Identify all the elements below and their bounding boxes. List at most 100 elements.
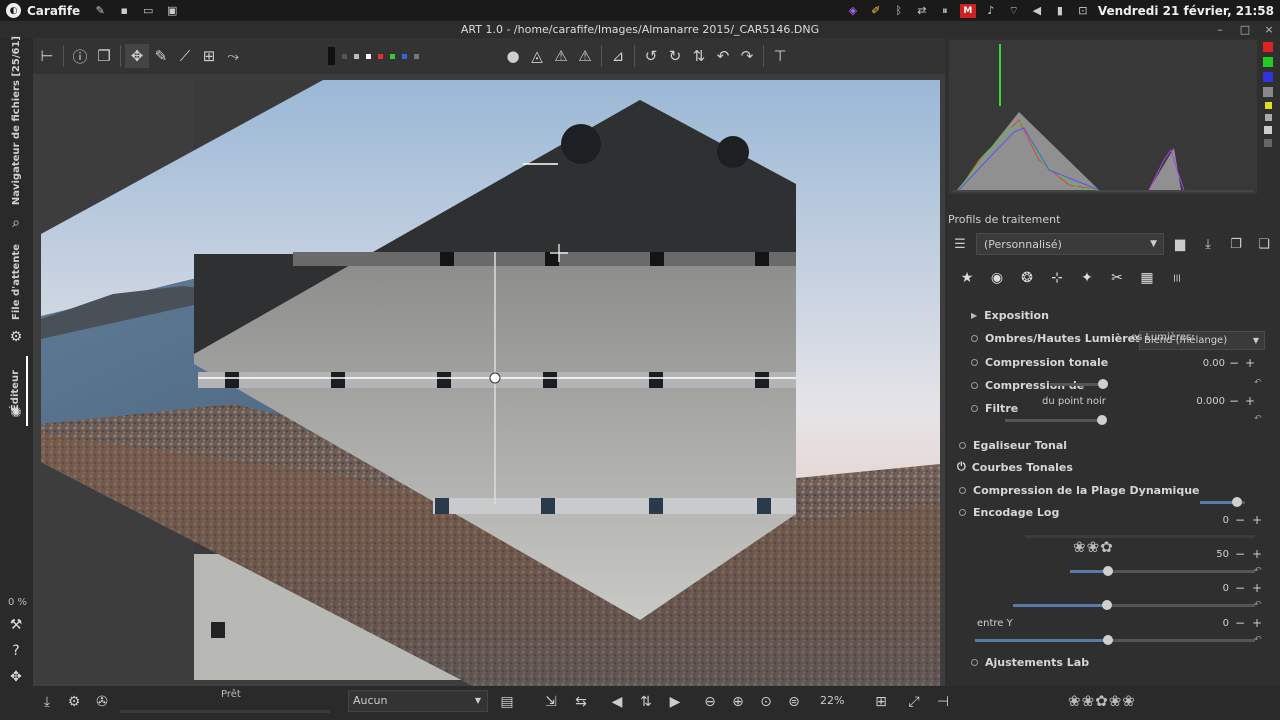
undo-icon[interactable]: ↶: [711, 44, 735, 68]
decrement-button[interactable]: −: [1235, 547, 1245, 561]
reset-icon[interactable]: ↶: [1254, 378, 1262, 388]
zoom-100-icon[interactable]: ⊜: [784, 692, 804, 712]
rotate-right-icon[interactable]: ↻: [663, 44, 687, 68]
decrement-button[interactable]: −: [1235, 616, 1245, 630]
tool-log-encoding[interactable]: Encodage Log: [959, 502, 1059, 522]
swatch-white[interactable]: [365, 53, 371, 59]
histogram-green-toggle[interactable]: [1263, 57, 1273, 67]
tab-queue[interactable]: File d'attente: [4, 242, 28, 322]
save-profile-icon[interactable]: ⤓: [1196, 233, 1220, 255]
slider-track[interactable]: [1050, 379, 1108, 389]
info-icon[interactable]: ⓘ: [68, 44, 92, 68]
help-icon[interactable]: ?: [7, 642, 25, 660]
tool-tone-compression[interactable]: Compression tonale: [971, 352, 1108, 372]
warning-icon[interactable]: ⚠: [573, 44, 597, 68]
bell-icon[interactable]: ♪: [983, 4, 999, 18]
decrement-button[interactable]: −: [1235, 513, 1245, 527]
external-editor-icon[interactable]: ✇: [92, 692, 112, 712]
filmstrip-icon[interactable]: ▤: [497, 692, 517, 712]
tab-effects-icon[interactable]: ✂: [1105, 266, 1129, 290]
window-icon[interactable]: ▭: [140, 4, 156, 18]
histogram-red-toggle[interactable]: [1263, 42, 1273, 52]
straighten-icon[interactable]: ⟋: [173, 44, 197, 68]
decrement-button[interactable]: −: [1229, 356, 1239, 370]
system-clock[interactable]: Vendredi 21 février, 21:58: [1098, 4, 1274, 18]
battery-icon[interactable]: ▮: [1052, 4, 1068, 18]
gear-icon[interactable]: ⚙: [7, 328, 25, 346]
move-icon[interactable]: ✥: [7, 668, 25, 686]
bluetooth-icon[interactable]: ᛒ: [891, 4, 907, 18]
slider-track[interactable]: [1025, 535, 1255, 538]
histogram[interactable]: [949, 40, 1257, 194]
reset-icon[interactable]: ↶: [1254, 566, 1262, 576]
terminal-icon[interactable]: ▪: [116, 4, 132, 18]
tab-local-edit-icon[interactable]: ✦: [1075, 266, 1099, 290]
snapshot-select[interactable]: Aucun ▼: [348, 690, 488, 712]
histogram-luma-toggle[interactable]: [1263, 87, 1273, 97]
zoom-out-icon[interactable]: ⊖: [700, 692, 720, 712]
zoom-fit-icon[interactable]: ⊙: [756, 692, 776, 712]
highlight-clip-icon[interactable]: ⚠: [549, 44, 573, 68]
swatch-luminance[interactable]: [413, 53, 419, 59]
transform-icon[interactable]: ⤳: [221, 44, 245, 68]
open-profile-icon[interactable]: ▆: [1168, 233, 1192, 255]
volume-icon[interactable]: ◀: [1029, 4, 1045, 18]
aperture-icon[interactable]: ✺: [7, 404, 25, 422]
maximize-button[interactable]: □: [1238, 21, 1252, 38]
perspective-icon[interactable]: ⊿: [606, 44, 630, 68]
tool-shadows-highlights[interactable]: Ombres/Hautes Lumières: [971, 328, 1142, 348]
value-field[interactable]: 0.000: [1179, 396, 1225, 407]
increment-button[interactable]: +: [1252, 581, 1262, 595]
increment-button[interactable]: +: [1252, 513, 1262, 527]
minimize-button[interactable]: –: [1213, 21, 1227, 38]
save-image-icon[interactable]: ⤓: [37, 692, 57, 712]
collapse-right-icon[interactable]: ⊤: [768, 44, 792, 68]
lock-icon[interactable]: ⊡: [1075, 4, 1091, 18]
hand-tool-icon[interactable]: ✥: [125, 44, 149, 68]
slider-track[interactable]: [1200, 497, 1245, 507]
tool-lab-adjustments[interactable]: Ajustements Lab: [971, 652, 1089, 672]
image-canvas[interactable]: [33, 74, 945, 686]
histogram-blue-toggle[interactable]: [1263, 72, 1273, 82]
edit-icon[interactable]: ✎: [92, 4, 108, 18]
image-preview[interactable]: [33, 74, 945, 686]
increment-button[interactable]: +: [1252, 616, 1262, 630]
white-balance-picker-icon[interactable]: ✎: [149, 44, 173, 68]
pause-icon[interactable]: ⏸: [937, 4, 953, 18]
reset-icon[interactable]: ↶: [1254, 414, 1262, 424]
tool-tonal-equalizer[interactable]: Egaliseur Tonal: [959, 435, 1067, 455]
increment-button[interactable]: +: [1245, 356, 1255, 370]
swatch-green[interactable]: [389, 53, 395, 59]
reset-icon[interactable]: ↶: [1254, 635, 1262, 645]
network-icon[interactable]: ⇄: [914, 4, 930, 18]
focus-mask-icon[interactable]: ●: [501, 44, 525, 68]
profile-menu-icon[interactable]: ☰: [948, 233, 972, 255]
tool-tone-curves[interactable]: ⏻ Courbes Tonales: [957, 457, 1073, 477]
flip-vertical-icon[interactable]: ⇅: [687, 44, 711, 68]
slider-knob[interactable]: [1103, 566, 1113, 576]
histogram-raw-toggle[interactable]: [1264, 114, 1272, 121]
center-handle[interactable]: [489, 372, 501, 384]
mail-icon[interactable]: M: [959, 3, 976, 18]
histogram-bar-toggle[interactable]: [1264, 126, 1272, 134]
rotate-left-icon[interactable]: ↺: [639, 44, 663, 68]
before-after-icon[interactable]: ❐: [92, 44, 116, 68]
value-field[interactable]: 0: [1195, 515, 1229, 526]
slider-knob[interactable]: [1097, 415, 1107, 425]
tab-exposure-icon[interactable]: ◉: [985, 266, 1009, 290]
histogram-chroma-toggle[interactable]: [1264, 102, 1272, 109]
swatch-blue[interactable]: [401, 53, 407, 59]
slider-track[interactable]: [975, 635, 1255, 645]
value-field[interactable]: 0: [1195, 618, 1229, 629]
screen-icon[interactable]: ▣: [164, 4, 180, 18]
tool-exposure[interactable]: ▶ Exposition: [971, 305, 1049, 325]
wand-icon[interactable]: ⚒: [7, 616, 25, 634]
tab-favorites-icon[interactable]: ★: [955, 266, 979, 290]
decrement-button[interactable]: −: [1229, 394, 1239, 408]
reset-icon[interactable]: ↶: [1254, 600, 1262, 610]
sync-icon[interactable]: ⇆: [571, 692, 591, 712]
new-window-icon[interactable]: ⊞: [871, 692, 891, 712]
previous-image-icon[interactable]: ◀: [607, 692, 627, 712]
slider-track[interactable]: [1070, 566, 1255, 576]
navigate-icon[interactable]: ⇲: [541, 692, 561, 712]
